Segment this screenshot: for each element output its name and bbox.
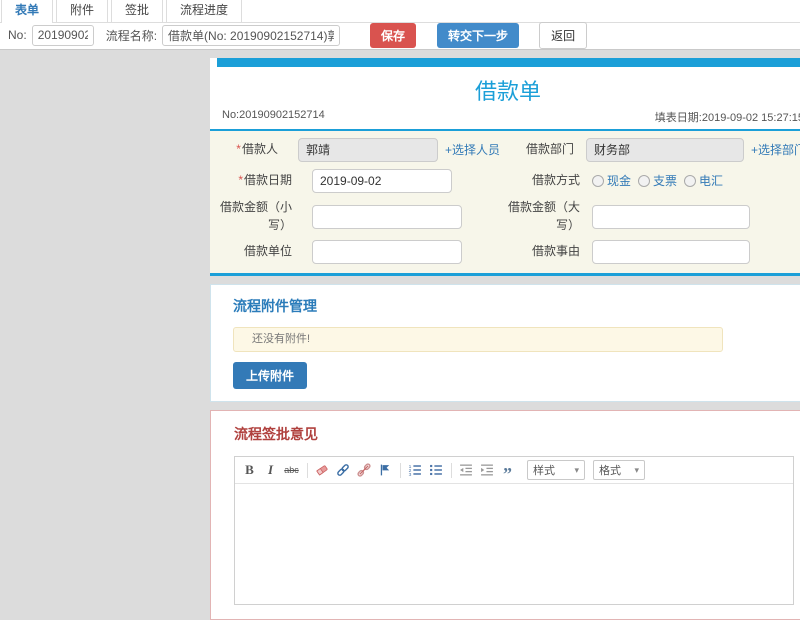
loan-reason-label: 借款事由: [500, 243, 592, 260]
radio-circle-icon[interactable]: [684, 175, 696, 187]
editor-toolbar: B I abc: [235, 457, 793, 484]
tab-progress[interactable]: 流程进度: [166, 0, 242, 22]
link-icon[interactable]: [333, 461, 352, 480]
no-label: No:: [8, 28, 27, 42]
form-title: 借款单: [210, 67, 800, 109]
radio-cash[interactable]: 现金: [592, 172, 631, 189]
borrower-input[interactable]: [298, 138, 438, 162]
bullet-list-icon[interactable]: [426, 461, 445, 480]
indent-icon[interactable]: [477, 461, 496, 480]
approval-heading: 流程签批意见: [234, 424, 795, 444]
loan-method-label: 借款方式: [500, 172, 592, 189]
field-row-3: 借款金额（小写） 借款金额（大写）: [210, 196, 800, 237]
tab-bar: 表单 附件 签批 流程进度: [0, 0, 800, 23]
field-row-4: 借款单位 借款事由: [210, 237, 800, 267]
radio-circle-icon[interactable]: [592, 175, 604, 187]
anchor-flag-icon[interactable]: [375, 461, 394, 480]
page-content: 借款单 No:20190902152714 填表日期:2019-09-02 15…: [0, 51, 800, 453]
top-bar: 表单 附件 签批 流程进度 No: 流程名称: 保存 转交下一步 返回: [0, 0, 800, 50]
toolbar-separator: [400, 463, 401, 478]
tab-form[interactable]: 表单: [1, 0, 53, 23]
save-button[interactable]: 保存: [370, 23, 416, 48]
workflow-toolbar: No: 流程名称: 保存 转交下一步 返回: [0, 23, 800, 50]
format-dropdown-label: 格式: [599, 462, 621, 478]
toolbar-separator: [307, 463, 308, 478]
radio-cheque-label: 支票: [653, 172, 677, 189]
approval-panel: 流程签批意见 B I abc: [210, 410, 800, 620]
loan-reason-input[interactable]: [592, 240, 750, 264]
radio-wire[interactable]: 电汇: [684, 172, 723, 189]
unlink-icon[interactable]: [354, 461, 373, 480]
form-column: 借款单 No:20190902152714 填表日期:2019-09-02 15…: [210, 58, 800, 620]
svg-text:3: 3: [408, 472, 411, 477]
outdent-icon[interactable]: [456, 461, 475, 480]
radio-wire-label: 电汇: [699, 172, 723, 189]
no-attachment-alert: 还没有附件!: [233, 327, 723, 352]
chevron-down-icon: ▾: [574, 465, 579, 476]
loan-date-label: *借款日期: [210, 172, 312, 189]
loan-date-label-text: 借款日期: [244, 173, 292, 187]
editor-content-area[interactable]: [235, 484, 793, 604]
form-no-text: No:20190902152714: [222, 109, 325, 125]
tab-approval[interactable]: 签批: [111, 0, 163, 22]
format-dropdown[interactable]: 格式 ▾: [593, 460, 645, 480]
italic-icon[interactable]: I: [261, 461, 280, 480]
department-label: 借款部门: [500, 141, 586, 158]
loan-form-panel: 借款单 No:20190902152714 填表日期:2019-09-02 15…: [210, 58, 800, 276]
form-top-accent-bar: [217, 58, 800, 67]
radio-circle-icon[interactable]: [638, 175, 650, 187]
form-date-text: 填表日期:2019-09-02 15:27:15: [655, 109, 800, 125]
tab-attachment[interactable]: 附件: [56, 0, 108, 22]
forward-next-step-button[interactable]: 转交下一步: [437, 23, 519, 48]
select-department-link[interactable]: +选择部门: [751, 141, 800, 158]
required-mark: *: [236, 142, 241, 156]
amount-lowercase-label: 借款金额（小写）: [210, 199, 312, 234]
field-row-1: *借款人 +选择人员 借款部门 +选择部门: [210, 134, 800, 165]
form-meta-row: No:20190902152714 填表日期:2019-09-02 15:27:…: [210, 109, 800, 129]
numbered-list-icon[interactable]: 123: [405, 461, 424, 480]
back-button[interactable]: 返回: [539, 22, 587, 49]
toolbar-separator: [451, 463, 452, 478]
department-input[interactable]: [586, 138, 744, 162]
form-fields: *借款人 +选择人员 借款部门 +选择部门: [210, 131, 800, 273]
amount-uppercase-label: 借款金额（大写）: [500, 199, 592, 234]
attachment-panel: 流程附件管理 还没有附件! 上传附件: [210, 284, 800, 402]
amount-lowercase-input[interactable]: [312, 205, 462, 229]
style-dropdown-label: 样式: [533, 462, 555, 478]
loan-date-input[interactable]: [312, 169, 452, 193]
attachment-heading: 流程附件管理: [233, 296, 795, 316]
field-row-2: *借款日期 借款方式 现金 支票 电汇: [210, 165, 800, 196]
form-bottom-accent-bar: [210, 273, 800, 276]
bold-icon[interactable]: B: [240, 461, 259, 480]
flow-name-label: 流程名称:: [106, 27, 157, 44]
loan-unit-label: 借款单位: [210, 243, 312, 260]
chevron-down-icon: ▾: [634, 465, 639, 476]
amount-uppercase-input[interactable]: [592, 205, 750, 229]
flow-name-input[interactable]: [162, 25, 340, 46]
strikethrough-icon[interactable]: abc: [282, 461, 301, 480]
borrower-label: *借款人: [210, 141, 298, 158]
upload-attachment-button[interactable]: 上传附件: [233, 362, 307, 389]
required-mark: *: [238, 173, 243, 187]
style-dropdown[interactable]: 样式 ▾: [527, 460, 585, 480]
loan-unit-input[interactable]: [312, 240, 462, 264]
borrower-label-text: 借款人: [242, 142, 278, 156]
blockquote-icon[interactable]: ”: [498, 461, 517, 480]
remove-format-icon[interactable]: [312, 461, 331, 480]
radio-cash-label: 现金: [607, 172, 631, 189]
no-input[interactable]: [32, 25, 94, 46]
select-person-link[interactable]: +选择人员: [445, 141, 500, 158]
radio-cheque[interactable]: 支票: [638, 172, 677, 189]
rich-text-editor: B I abc: [234, 456, 794, 605]
